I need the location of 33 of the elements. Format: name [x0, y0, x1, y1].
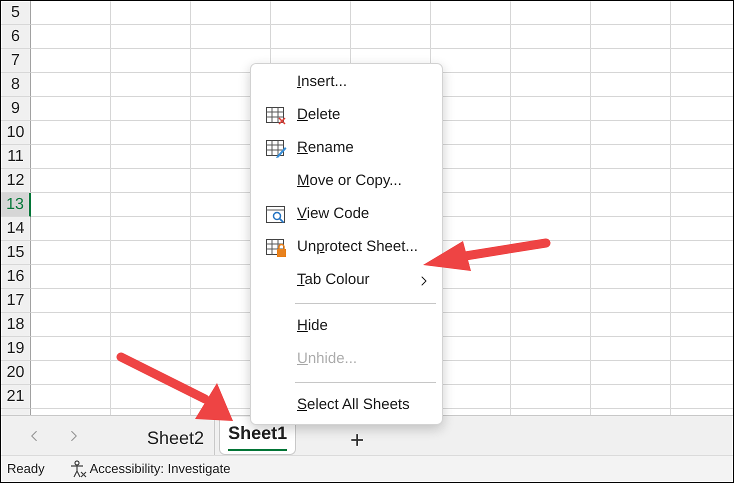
row-header[interactable]: 8: [1, 73, 31, 97]
row-header[interactable]: 16: [1, 265, 31, 289]
row-header[interactable]: 20: [1, 361, 31, 385]
menu-item[interactable]: Move or Copy...: [251, 165, 442, 198]
row-header[interactable]: 18: [1, 313, 31, 337]
row-header[interactable]: 7: [1, 49, 31, 73]
row-header[interactable]: 9: [1, 97, 31, 121]
menu-item[interactable]: Insert...: [251, 66, 442, 99]
delete-sheet-icon: [265, 106, 287, 126]
row-header[interactable]: 12: [1, 169, 31, 193]
row-header[interactable]: 19: [1, 337, 31, 361]
row-header[interactable]: 14: [1, 217, 31, 241]
menu-item[interactable]: Hide: [251, 310, 442, 343]
row-header[interactable]: 11: [1, 145, 31, 169]
row-header[interactable]: 17: [1, 289, 31, 313]
view-code-icon: [265, 204, 287, 224]
row-header[interactable]: 10: [1, 121, 31, 145]
new-sheet-button[interactable]: +: [350, 428, 364, 452]
menu-item[interactable]: View Code: [251, 198, 442, 231]
rename-sheet-icon: [265, 138, 287, 158]
status-text: Ready: [7, 460, 45, 478]
row-header[interactable]: 21: [1, 385, 31, 409]
menu-item[interactable]: Delete: [251, 99, 442, 132]
accessibility-icon[interactable]: [68, 460, 87, 478]
row-header[interactable]: 15: [1, 241, 31, 265]
lock-sheet-icon: [265, 238, 287, 258]
row-header[interactable]: 6: [1, 25, 31, 49]
menu-item[interactable]: Unprotect Sheet...: [251, 231, 442, 264]
menu-item[interactable]: Rename: [251, 132, 442, 165]
accessibility-status[interactable]: Accessibility: Investigate: [90, 459, 230, 479]
row-header[interactable]: 5: [1, 1, 31, 25]
menu-item[interactable]: Tab Colour: [251, 264, 442, 297]
row-header[interactable]: 13: [1, 193, 31, 217]
